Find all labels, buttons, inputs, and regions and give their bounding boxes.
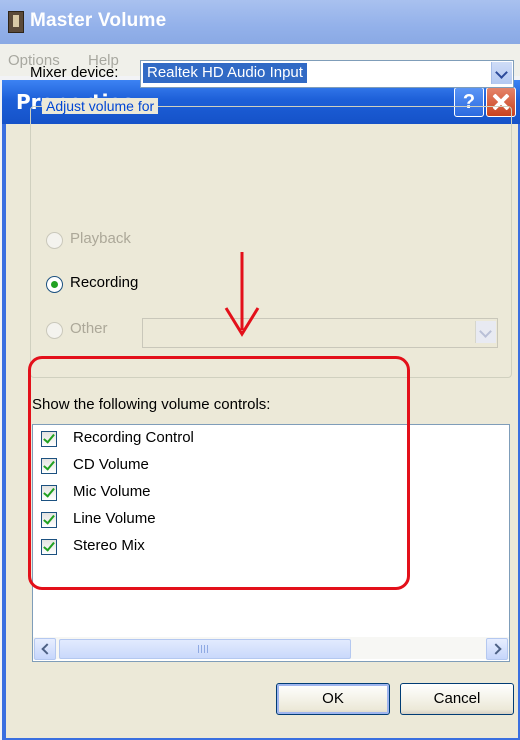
radio-other-label: Other [70, 320, 108, 337]
speaker-app-icon [8, 11, 24, 33]
chevron-down-icon[interactable] [491, 62, 512, 84]
ok-button[interactable]: OK [276, 683, 390, 715]
cancel-button[interactable]: Cancel [400, 683, 514, 715]
annotation-highlight-box [28, 356, 410, 590]
mixer-device-label: Mixer device: [30, 64, 119, 81]
radio-recording-label: Recording [70, 274, 139, 291]
scroll-left-icon[interactable] [34, 638, 56, 660]
other-device-select[interactable] [142, 318, 498, 348]
radio-playback[interactable] [46, 232, 63, 249]
mixer-device-value: Realtek HD Audio Input [143, 63, 307, 83]
mixer-device-select[interactable]: Realtek HD Audio Input [140, 60, 514, 88]
scroll-right-icon[interactable] [486, 638, 508, 660]
adjust-volume-legend: Adjust volume for [42, 98, 159, 114]
annotation-arrow-icon [224, 252, 260, 337]
grip-icon [198, 645, 210, 653]
radio-other[interactable] [46, 322, 63, 339]
scroll-thumb[interactable] [59, 639, 351, 659]
radio-selected-dot [51, 281, 58, 288]
master-volume-titlebar[interactable]: Master Volume [0, 0, 520, 44]
horizontal-scrollbar[interactable] [33, 637, 509, 660]
radio-playback-label: Playback [70, 230, 131, 247]
radio-recording[interactable] [46, 276, 63, 293]
master-volume-title: Master Volume [30, 10, 167, 31]
chevron-down-icon[interactable] [475, 321, 496, 343]
